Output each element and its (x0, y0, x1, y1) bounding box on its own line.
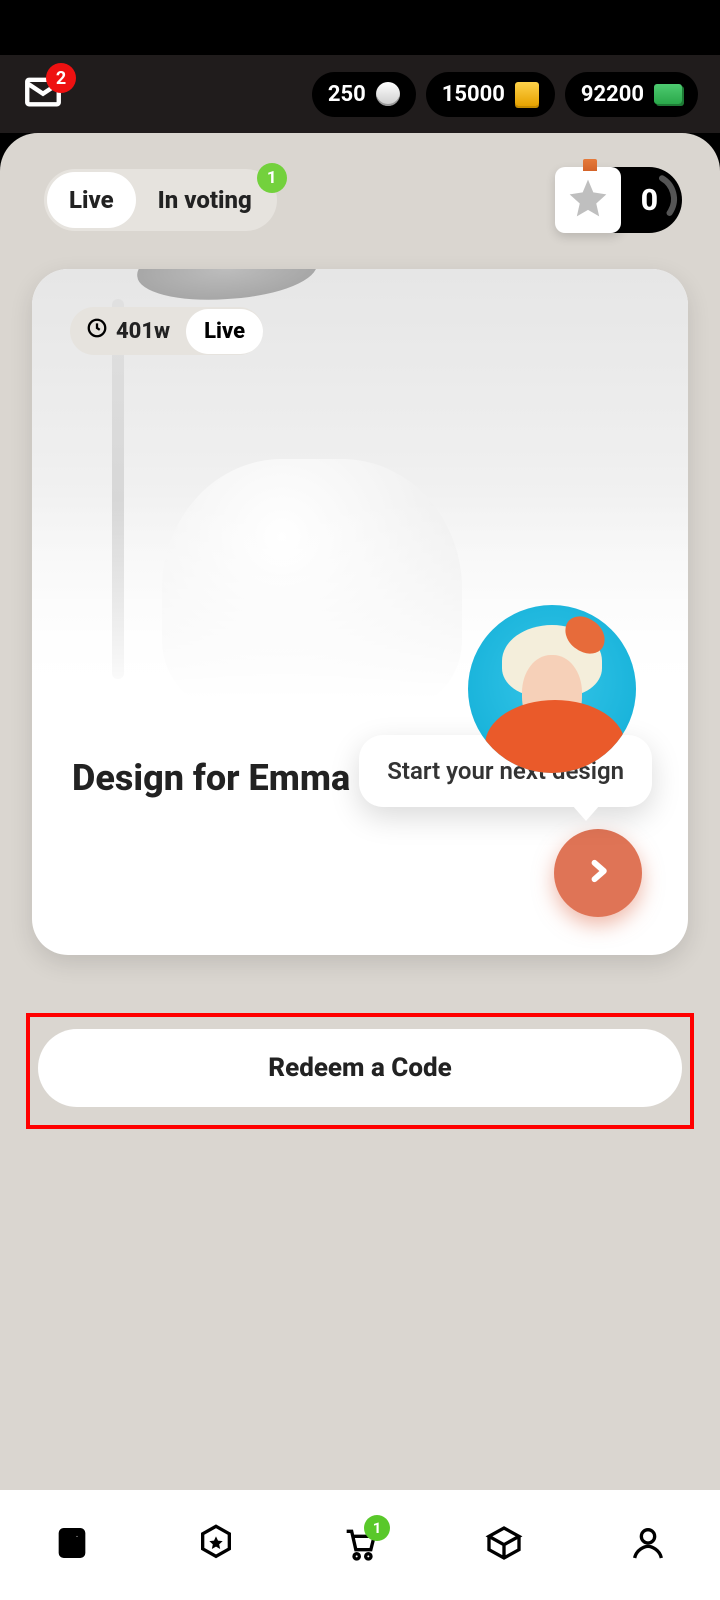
redeem-code-button[interactable]: Redeem a Code (38, 1029, 682, 1107)
main-content: Live In voting 1 0 (0, 133, 720, 1490)
time-label: 401w (116, 319, 170, 344)
redeem-highlight: Redeem a Code (26, 1013, 694, 1129)
star-icon (566, 176, 610, 224)
currency-coins-amount: 250 (328, 82, 366, 107)
card-badges: 401w Live (70, 307, 263, 355)
badge-star-icon (196, 1548, 236, 1567)
mail-badge: 2 (46, 63, 76, 93)
currency-coins[interactable]: 250 (312, 72, 416, 117)
cart-badge: 1 (364, 1515, 390, 1541)
nav-cart[interactable]: 1 (340, 1523, 380, 1567)
nav-star[interactable] (196, 1523, 236, 1567)
coins-icon (376, 82, 400, 106)
gold-icon (515, 82, 539, 106)
time-badge: 401w (70, 307, 186, 355)
status-bar (0, 0, 720, 55)
star-box (555, 167, 621, 233)
tabs-row: Live In voting 1 0 (8, 167, 712, 233)
currency-group: 250 15000 92200 (312, 72, 698, 117)
avatar (468, 605, 636, 773)
next-design-button[interactable] (554, 829, 642, 917)
currency-cash-amount: 92200 (581, 82, 644, 107)
tab-in-voting[interactable]: In voting (136, 172, 274, 228)
mail-icon (22, 98, 64, 117)
star-progress-arc (621, 170, 679, 228)
status-badge: Live (186, 309, 263, 354)
tab-live[interactable]: Live (47, 172, 136, 228)
currency-gold[interactable]: 15000 (426, 72, 555, 117)
box-icon (484, 1548, 524, 1567)
tab-in-voting-badge: 1 (257, 163, 287, 193)
cart-icon (340, 1548, 380, 1567)
receipt-icon (52, 1548, 92, 1567)
bottom-nav: 1 (0, 1490, 720, 1600)
cash-icon (654, 84, 682, 104)
chevron-right-icon (584, 857, 612, 889)
user-icon (628, 1548, 668, 1567)
currency-cash[interactable]: 92200 (565, 72, 698, 117)
mail-button[interactable]: 2 (22, 71, 64, 117)
nav-profile[interactable] (628, 1523, 668, 1567)
nav-home[interactable] (52, 1523, 92, 1567)
clock-icon (86, 317, 108, 345)
lamp-graphic (135, 269, 319, 305)
nav-inventory[interactable] (484, 1523, 524, 1567)
star-counter[interactable]: 0 (555, 167, 682, 233)
filter-tabs: Live In voting 1 (44, 169, 277, 231)
top-bar: 2 250 15000 92200 (0, 55, 720, 133)
currency-gold-amount: 15000 (442, 82, 505, 107)
design-card[interactable]: 401w Live Design for Emma Start your nex… (32, 269, 688, 955)
card-title: Design for Emma (72, 757, 350, 799)
